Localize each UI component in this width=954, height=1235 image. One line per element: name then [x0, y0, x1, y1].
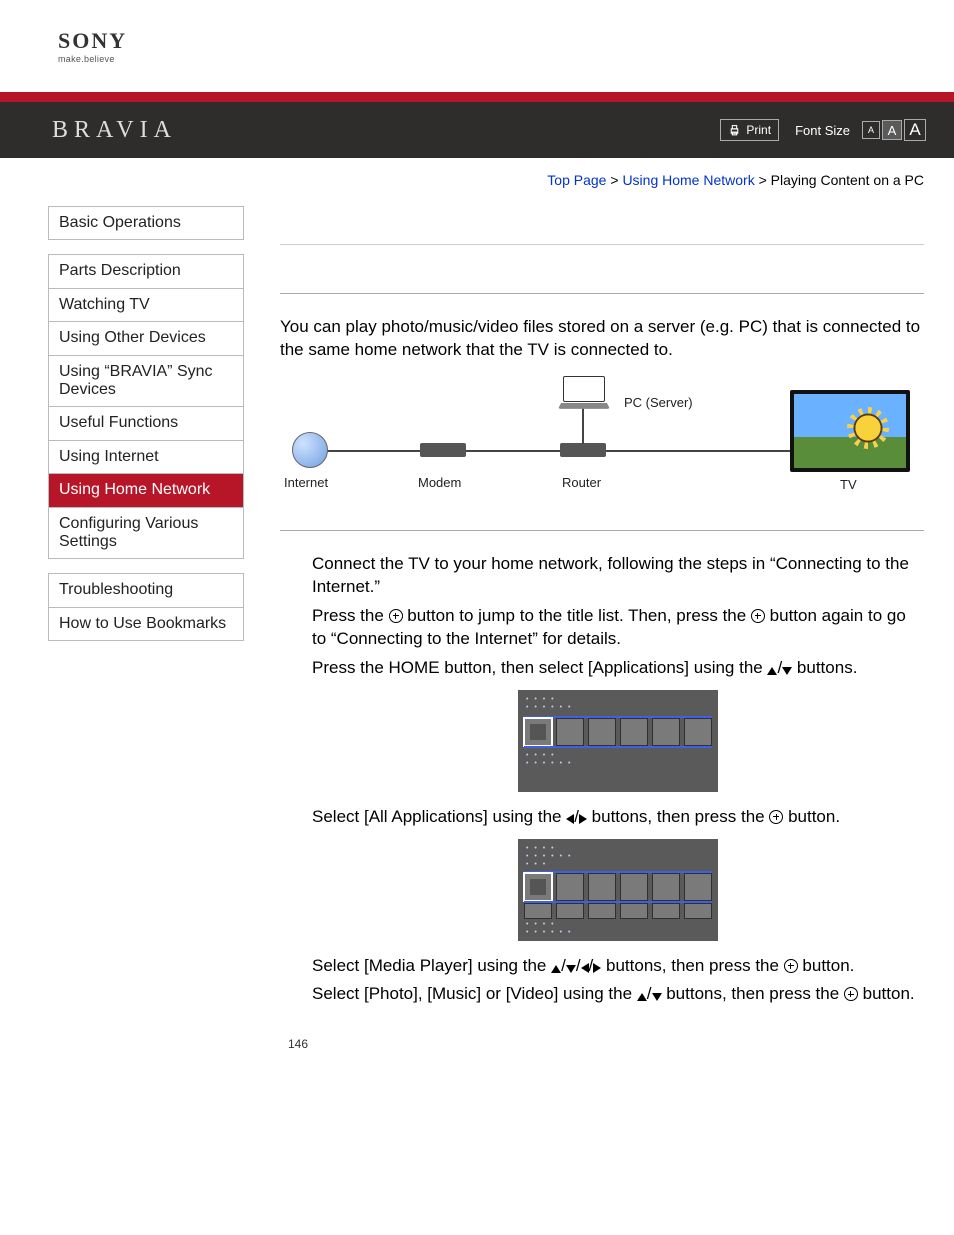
- nav-using-home-network[interactable]: Using Home Network: [49, 473, 243, 506]
- nav-group-1: Basic Operations: [48, 206, 244, 240]
- step-connect: Connect the TV to your home network, fol…: [312, 553, 924, 599]
- nav-group-3: Troubleshooting How to Use Bookmarks: [48, 573, 244, 641]
- modem-icon: [420, 443, 466, 457]
- page-number: 146: [288, 1036, 924, 1052]
- step-home-applications: Press the HOME button, then select [Appl…: [312, 657, 924, 680]
- font-size-small-button[interactable]: A: [862, 121, 880, 139]
- nav-parts-description[interactable]: Parts Description: [49, 255, 243, 287]
- brand-logo-area: SONY make.believe: [0, 0, 954, 92]
- down-arrow-icon: [566, 965, 576, 973]
- header-bar: BRAVIA Print Font Size A A A: [0, 102, 954, 158]
- breadcrumb: Top Page > Using Home Network > Playing …: [0, 158, 954, 206]
- divider: [280, 530, 924, 531]
- sidebar-nav: Basic Operations Parts Description Watch…: [48, 206, 244, 655]
- network-diagram: Internet Modem Router PC (Server) TV: [280, 378, 924, 508]
- up-arrow-icon: [637, 993, 647, 1001]
- right-arrow-icon: [579, 814, 587, 824]
- diagram-label-router: Router: [562, 474, 601, 492]
- breadcrumb-sep: >: [610, 172, 618, 188]
- nav-basic-operations[interactable]: Basic Operations: [49, 207, 243, 239]
- breadcrumb-top-link[interactable]: Top Page: [547, 172, 606, 188]
- nav-useful-functions[interactable]: Useful Functions: [49, 406, 243, 439]
- red-accent-bar: [0, 92, 954, 102]
- breadcrumb-section-link[interactable]: Using Home Network: [622, 172, 754, 188]
- diagram-label-pc: PC (Server): [624, 394, 693, 412]
- breadcrumb-sep: >: [759, 172, 767, 188]
- print-icon: [728, 124, 741, 137]
- divider: [280, 293, 924, 294]
- step-select-media-type: Select [Photo], [Music] or [Video] using…: [312, 983, 924, 1006]
- enter-icon: [751, 609, 765, 623]
- breadcrumb-current: Playing Content on a PC: [771, 172, 924, 188]
- enter-icon: [844, 987, 858, 1001]
- step-media-player: Select [Media Player] using the /// butt…: [312, 955, 924, 978]
- tv-icon: [790, 390, 910, 472]
- nav-bravia-sync[interactable]: Using “BRAVIA” Sync Devices: [49, 355, 243, 407]
- nav-using-internet[interactable]: Using Internet: [49, 440, 243, 473]
- font-size-medium-button[interactable]: A: [882, 120, 902, 140]
- intro-text: You can play photo/music/video files sto…: [280, 316, 924, 362]
- nav-bookmarks[interactable]: How to Use Bookmarks: [49, 607, 243, 640]
- print-label: Print: [746, 123, 771, 137]
- nav-using-other-devices[interactable]: Using Other Devices: [49, 321, 243, 354]
- globe-icon: [292, 432, 328, 468]
- enter-icon: [389, 609, 403, 623]
- menu-screenshot-2: • • • •• • • • • •• • • • • • •• • • • •…: [518, 839, 718, 941]
- diagram-label-modem: Modem: [418, 474, 461, 492]
- print-button[interactable]: Print: [720, 119, 779, 141]
- left-arrow-icon: [566, 814, 574, 824]
- nav-configuring-settings[interactable]: Configuring Various Settings: [49, 507, 243, 559]
- enter-icon: [784, 959, 798, 973]
- nav-troubleshooting[interactable]: Troubleshooting: [49, 574, 243, 606]
- up-arrow-icon: [551, 965, 561, 973]
- step-all-applications: Select [All Applications] using the / bu…: [312, 806, 924, 829]
- font-size-label: Font Size: [795, 123, 850, 138]
- step-press-enter: Press the button to jump to the title li…: [312, 605, 924, 651]
- font-size-large-button[interactable]: A: [904, 119, 926, 141]
- content-area: You can play photo/music/video files sto…: [244, 206, 954, 1053]
- up-arrow-icon: [767, 667, 777, 675]
- menu-screenshot-1: • • • •• • • • • • • • • •• • • • • •: [518, 690, 718, 792]
- diagram-label-tv: TV: [840, 476, 857, 494]
- divider: [280, 244, 924, 245]
- down-arrow-icon: [782, 667, 792, 675]
- left-arrow-icon: [581, 963, 589, 973]
- nav-watching-tv[interactable]: Watching TV: [49, 288, 243, 321]
- product-logo: BRAVIA: [52, 117, 720, 144]
- brand-tagline: make.believe: [58, 54, 954, 64]
- nav-group-2: Parts Description Watching TV Using Othe…: [48, 254, 244, 559]
- laptop-icon: [558, 376, 610, 410]
- brand-name: SONY: [58, 28, 954, 54]
- diagram-label-internet: Internet: [284, 474, 328, 492]
- down-arrow-icon: [652, 993, 662, 1001]
- enter-icon: [769, 810, 783, 824]
- router-icon: [560, 443, 606, 457]
